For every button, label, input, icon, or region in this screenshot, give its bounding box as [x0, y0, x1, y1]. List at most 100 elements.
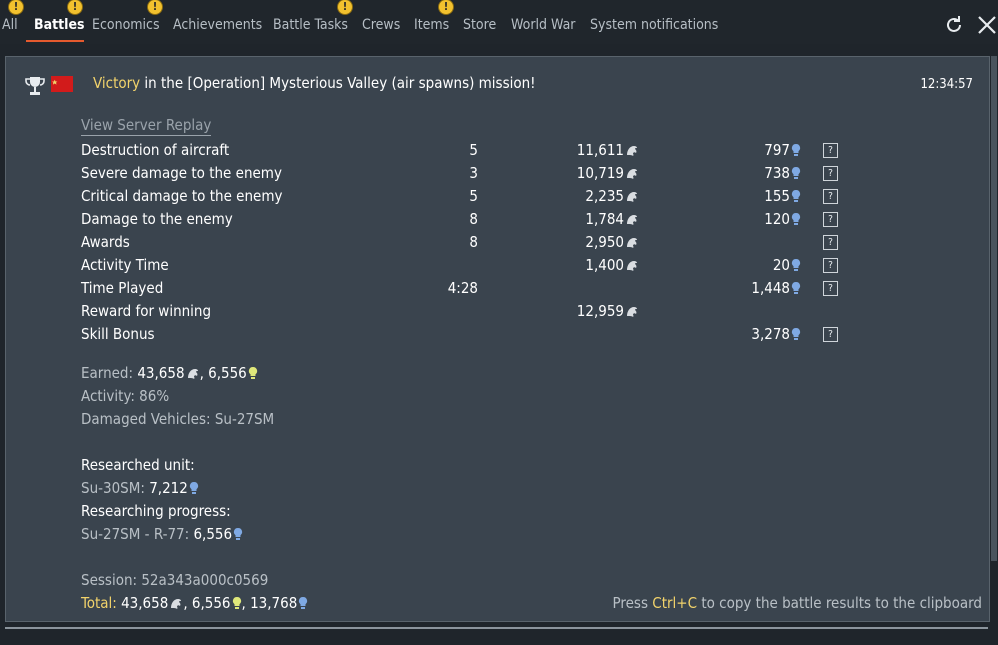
- researched-unit-label: Researched unit:: [81, 456, 195, 474]
- tab-crews[interactable]: Crews: [362, 17, 400, 33]
- reward-row: Critical damage to the enemy 5 2,235 155?: [81, 187, 861, 209]
- silver-value: 2,950: [585, 233, 624, 251]
- separator: ,: [199, 364, 209, 382]
- reward-row: Awards 8 2,950?: [81, 233, 861, 255]
- research-points-icon: [791, 281, 801, 299]
- total-rp: 13,768: [250, 594, 298, 612]
- tab-store[interactable]: Store: [463, 17, 496, 33]
- reward-count: 8: [469, 233, 478, 251]
- silver-lions-icon: [625, 304, 639, 322]
- help-icon[interactable]: ?: [823, 212, 838, 227]
- alert-badge: !: [9, 0, 23, 14]
- total-silver: 43,658: [121, 594, 169, 612]
- help-icon[interactable]: ?: [823, 143, 838, 158]
- tab-world-war[interactable]: World War: [511, 17, 575, 33]
- active-tab-indicator: [26, 40, 84, 42]
- reward-count: 5: [469, 187, 478, 205]
- reward-label: Severe damage to the enemy: [81, 164, 282, 182]
- reward-row: Time Played 4:28 1,448?: [81, 279, 861, 301]
- alert-badge: !: [338, 0, 352, 14]
- scrollbar[interactable]: [991, 56, 997, 561]
- researched-unit-name: Su-30SM:: [81, 479, 150, 497]
- mission-text: in the [Operation] Mysterious Valley (ai…: [140, 74, 536, 92]
- reward-count: 8: [469, 210, 478, 228]
- reward-label: Activity Time: [81, 256, 169, 274]
- silver-lions-icon: [169, 596, 183, 614]
- view-server-replay-link[interactable]: View Server Replay: [81, 116, 212, 136]
- help-icon[interactable]: ?: [823, 166, 838, 181]
- help-icon[interactable]: ?: [823, 281, 838, 296]
- reward-rp: 797: [764, 141, 801, 161]
- tab-all[interactable]: All: [2, 17, 18, 33]
- researching-progress-label: Researching progress:: [81, 502, 231, 520]
- researching-item: Su-27SM - R-77:: [81, 525, 194, 543]
- rp-value: 20: [772, 256, 790, 274]
- reward-label: Critical damage to the enemy: [81, 187, 283, 205]
- ussr-flag-icon: [51, 76, 73, 92]
- damaged-vehicles-line: Damaged Vehicles: Su-27SM: [81, 410, 275, 428]
- battle-message: Victory in the [Operation] Mysterious Va…: [93, 74, 536, 92]
- tab-system-notifications[interactable]: System notifications: [590, 17, 718, 33]
- research-points-icon: [791, 143, 801, 161]
- reward-row: Damage to the enemy 8 1,784 120?: [81, 210, 861, 232]
- research-points-icon: [298, 596, 308, 614]
- message-time: 12:34:57: [920, 77, 973, 92]
- reward-label: Skill Bonus: [81, 325, 155, 343]
- reward-silver: 12,959: [577, 302, 639, 322]
- help-icon[interactable]: ?: [823, 327, 838, 342]
- silver-value: 1,784: [585, 210, 624, 228]
- research-points-icon: [791, 189, 801, 207]
- reward-label: Destruction of aircraft: [81, 141, 230, 159]
- researched-unit-rp: 7,212: [149, 479, 188, 497]
- hint-post: to copy the battle results to the clipbo…: [697, 594, 982, 612]
- rp-value: 1,448: [751, 279, 790, 297]
- silver-lions-icon: [625, 258, 639, 276]
- reward-row: Reward for winning 12,959: [81, 302, 861, 324]
- rp-value: 120: [764, 210, 790, 228]
- alert-badge: !: [439, 0, 453, 14]
- earned-silver: 43,658: [137, 364, 185, 382]
- reward-rp: 20: [773, 256, 801, 276]
- research-points-icon: [189, 481, 199, 499]
- total-label: Total:: [81, 594, 122, 612]
- research-points-icon: [791, 258, 801, 276]
- silver-value: 12,959: [576, 302, 624, 320]
- separator: ,: [241, 594, 251, 612]
- free-research-points-icon: [248, 366, 258, 384]
- silver-value: 2,235: [585, 187, 624, 205]
- research-points-icon: [791, 212, 801, 230]
- silver-value: 11,611: [576, 141, 624, 159]
- clipboard-hint: Press Ctrl+C to copy the battle results …: [613, 594, 982, 612]
- help-icon[interactable]: ?: [823, 189, 838, 204]
- reward-count: 3: [469, 164, 478, 182]
- silver-value: 1,400: [585, 256, 624, 274]
- earned-label: Earned:: [81, 364, 138, 382]
- reward-count: 5: [469, 141, 478, 159]
- reward-label: Reward for winning: [81, 302, 212, 320]
- tab-battle-tasks[interactable]: Battle Tasks: [273, 17, 348, 33]
- hint-pre: Press: [612, 594, 653, 612]
- free-research-points-icon: [232, 596, 242, 614]
- refresh-icon[interactable]: [943, 14, 965, 36]
- total-line: Total: 43,658, 6,556, 13,768: [81, 594, 308, 614]
- close-icon[interactable]: [976, 14, 998, 36]
- research-points-icon: [791, 166, 801, 184]
- researching-progress-line: Su-27SM - R-77: 6,556: [81, 525, 243, 545]
- silver-lions-icon: [186, 366, 200, 384]
- tab-items[interactable]: Items: [414, 17, 449, 33]
- reward-silver: 2,950: [585, 233, 639, 253]
- tab-battles[interactable]: Battles: [34, 17, 85, 33]
- victory-label: Victory: [93, 74, 141, 92]
- silver-lions-icon: [625, 143, 639, 161]
- rp-value: 797: [764, 141, 790, 159]
- silver-value: 10,719: [576, 164, 624, 182]
- earned-line: Earned: 43,658, 6,556: [81, 364, 258, 384]
- reward-rp: 738: [764, 164, 801, 184]
- tab-achievements[interactable]: Achievements: [173, 17, 262, 33]
- trophy-icon: [25, 77, 45, 95]
- help-icon[interactable]: ?: [823, 235, 838, 250]
- rp-value: 738: [764, 164, 790, 182]
- tab-economics[interactable]: Economics: [92, 17, 160, 33]
- help-icon[interactable]: ?: [823, 258, 838, 273]
- alert-badge: !: [68, 0, 82, 14]
